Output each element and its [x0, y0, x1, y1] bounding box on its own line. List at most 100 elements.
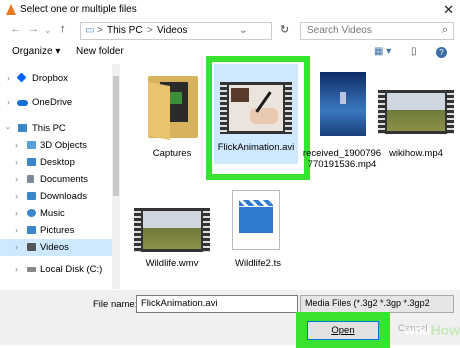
sidebar-item-pictures[interactable]: › Pictures — [0, 222, 112, 239]
music-icon — [27, 209, 36, 217]
videos-icon — [27, 243, 36, 251]
chevron-right-icon[interactable]: › — [15, 191, 18, 201]
sidebar-item-label: Local Disk (C:) — [40, 264, 103, 275]
chevron-right-icon[interactable]: › — [15, 242, 18, 252]
sidebar-item-label: Dropbox — [32, 73, 68, 84]
sidebar-item-videos[interactable]: › Videos — [0, 239, 112, 256]
open-button[interactable]: Open — [307, 321, 379, 340]
search-input[interactable]: Search Videos ⌕ — [300, 22, 454, 40]
file-name: Wildlife2.ts — [235, 258, 281, 269]
drive-icon — [27, 267, 36, 272]
file-item-wildlife[interactable]: Wildlife.wmv — [130, 188, 214, 284]
chevron-right-icon[interactable]: › — [7, 97, 10, 107]
address-bar[interactable]: ▭ > This PC > Videos ⌄ — [80, 22, 272, 40]
watermark-prefix: wiki — [404, 322, 431, 338]
sidebar-item-3d-objects[interactable]: › 3D Objects — [0, 137, 112, 154]
close-icon[interactable]: ✕ — [443, 2, 454, 18]
video-thumbnail — [220, 82, 292, 134]
sidebar-item-label: Videos — [40, 242, 69, 253]
downloads-icon — [27, 192, 36, 200]
computer-icon — [18, 124, 27, 132]
folder-icon — [130, 70, 214, 140]
file-item-wikihow[interactable]: wikihow.mp4 — [374, 70, 458, 166]
file-name-input[interactable]: FlickAnimation.avi — [136, 295, 298, 313]
sidebar-item-music[interactable]: › Music — [0, 205, 112, 222]
breadcrumb-this-pc[interactable]: This PC — [107, 25, 143, 36]
navigation-pane: › Dropbox › OneDrive › This PC › 3D Obje… — [0, 64, 120, 289]
file-name-value: FlickAnimation.avi — [141, 298, 218, 309]
view-options-icon[interactable]: ▦ ▾ — [374, 46, 391, 57]
sidebar-item-label: Desktop — [40, 157, 75, 168]
sidebar-item-label: This PC — [32, 123, 66, 134]
sidebar-item-label: Downloads — [40, 191, 87, 202]
forward-arrow-icon[interactable]: → — [28, 23, 39, 35]
file-item-wildlife2[interactable]: Wildlife2.ts — [216, 188, 300, 284]
file-item-captures[interactable]: Captures — [130, 70, 214, 166]
file-name: wikihow.mp4 — [389, 148, 443, 159]
chevron-right-icon[interactable]: › — [7, 73, 10, 83]
breadcrumb-separator: > — [147, 25, 153, 36]
sidebar-item-downloads[interactable]: › Downloads — [0, 188, 112, 205]
open-button-label: Open — [331, 325, 355, 336]
search-placeholder: Search Videos — [307, 25, 372, 36]
help-icon[interactable]: ? — [436, 47, 447, 58]
scrollbar-thumb[interactable] — [113, 76, 119, 196]
breadcrumb-videos[interactable]: Videos — [157, 25, 187, 36]
file-name: Wildlife.wmv — [145, 258, 199, 269]
sidebar-item-label: Documents — [40, 174, 89, 185]
new-folder-button[interactable]: New folder — [76, 46, 124, 57]
back-arrow-icon[interactable]: ← — [10, 23, 21, 35]
file-item-flickanimation[interactable]: FlickAnimation.avi — [214, 64, 298, 164]
file-name: FlickAnimation.avi — [217, 142, 295, 153]
clapperboard-icon — [232, 190, 280, 250]
preview-pane-icon[interactable]: ▯ — [411, 46, 417, 57]
breadcrumb-dropdown-icon[interactable]: ⌄ — [239, 25, 247, 36]
chevron-right-icon[interactable]: › — [15, 174, 18, 184]
sidebar-item-label: Music — [40, 208, 65, 219]
file-list: Captures FlickAnimation.avi received_190… — [120, 56, 460, 289]
title-bar: Select one or multiple files ✕ — [0, 0, 460, 20]
refresh-icon[interactable]: ↻ — [280, 23, 289, 36]
search-icon: ⌕ — [441, 24, 448, 36]
window-title: Select one or multiple files — [20, 4, 137, 15]
open-button-highlight: Open — [296, 312, 390, 348]
image-thumbnail — [320, 72, 366, 136]
pictures-icon — [27, 226, 36, 234]
sidebar-item-local-disk[interactable]: › Local Disk (C:) — [0, 261, 112, 278]
up-arrow-icon[interactable]: ↑ — [60, 23, 66, 35]
sidebar-item-dropbox[interactable]: › Dropbox — [0, 70, 112, 87]
sidebar-item-desktop[interactable]: › Desktop — [0, 154, 112, 171]
file-type-select[interactable]: Media Files (*.3g2 *.3gp *.3gp2 — [300, 295, 454, 313]
chevron-down-icon[interactable]: › — [4, 127, 14, 130]
onedrive-icon — [17, 100, 28, 106]
chevron-right-icon[interactable]: › — [15, 157, 18, 167]
chevron-right-icon[interactable]: › — [15, 264, 18, 274]
sidebar-scrollbar[interactable] — [112, 64, 120, 289]
sidebar-item-onedrive[interactable]: › OneDrive — [0, 94, 112, 111]
wikihow-watermark: wikiHow — [404, 322, 460, 338]
sidebar-item-documents[interactable]: › Documents — [0, 171, 112, 188]
chevron-right-icon[interactable]: › — [15, 208, 18, 218]
documents-icon — [27, 175, 34, 183]
sidebar-item-label: OneDrive — [32, 97, 73, 108]
file-name: received_1900796770191536.mp4 — [302, 148, 382, 170]
dropbox-icon — [16, 72, 27, 83]
file-name-label: File name: — [93, 299, 138, 310]
3d-objects-icon — [27, 141, 36, 149]
navigation-bar: ← → ⌄ ↑ ▭ > This PC > Videos ⌄ ↻ Search … — [0, 20, 460, 42]
chevron-right-icon[interactable]: › — [15, 225, 18, 235]
watermark-suffix: How — [430, 322, 460, 338]
sidebar-item-this-pc[interactable]: › This PC — [0, 120, 112, 137]
chevron-right-icon[interactable]: › — [15, 140, 18, 150]
file-type-value: Media Files (*.3g2 *.3gp *.3gp2 — [305, 298, 430, 308]
desktop-icon — [27, 158, 36, 166]
breadcrumb-separator: > — [97, 25, 103, 36]
organize-button[interactable]: Organize ▾ — [12, 46, 60, 57]
video-thumbnail — [378, 90, 454, 134]
vlc-app-icon — [6, 4, 16, 15]
file-name: Captures — [152, 148, 192, 159]
sidebar-item-label: 3D Objects — [40, 140, 87, 151]
computer-icon: ▭ — [85, 25, 95, 36]
recent-locations-icon[interactable]: ⌄ — [44, 25, 52, 36]
sidebar-item-label: Pictures — [40, 225, 75, 236]
